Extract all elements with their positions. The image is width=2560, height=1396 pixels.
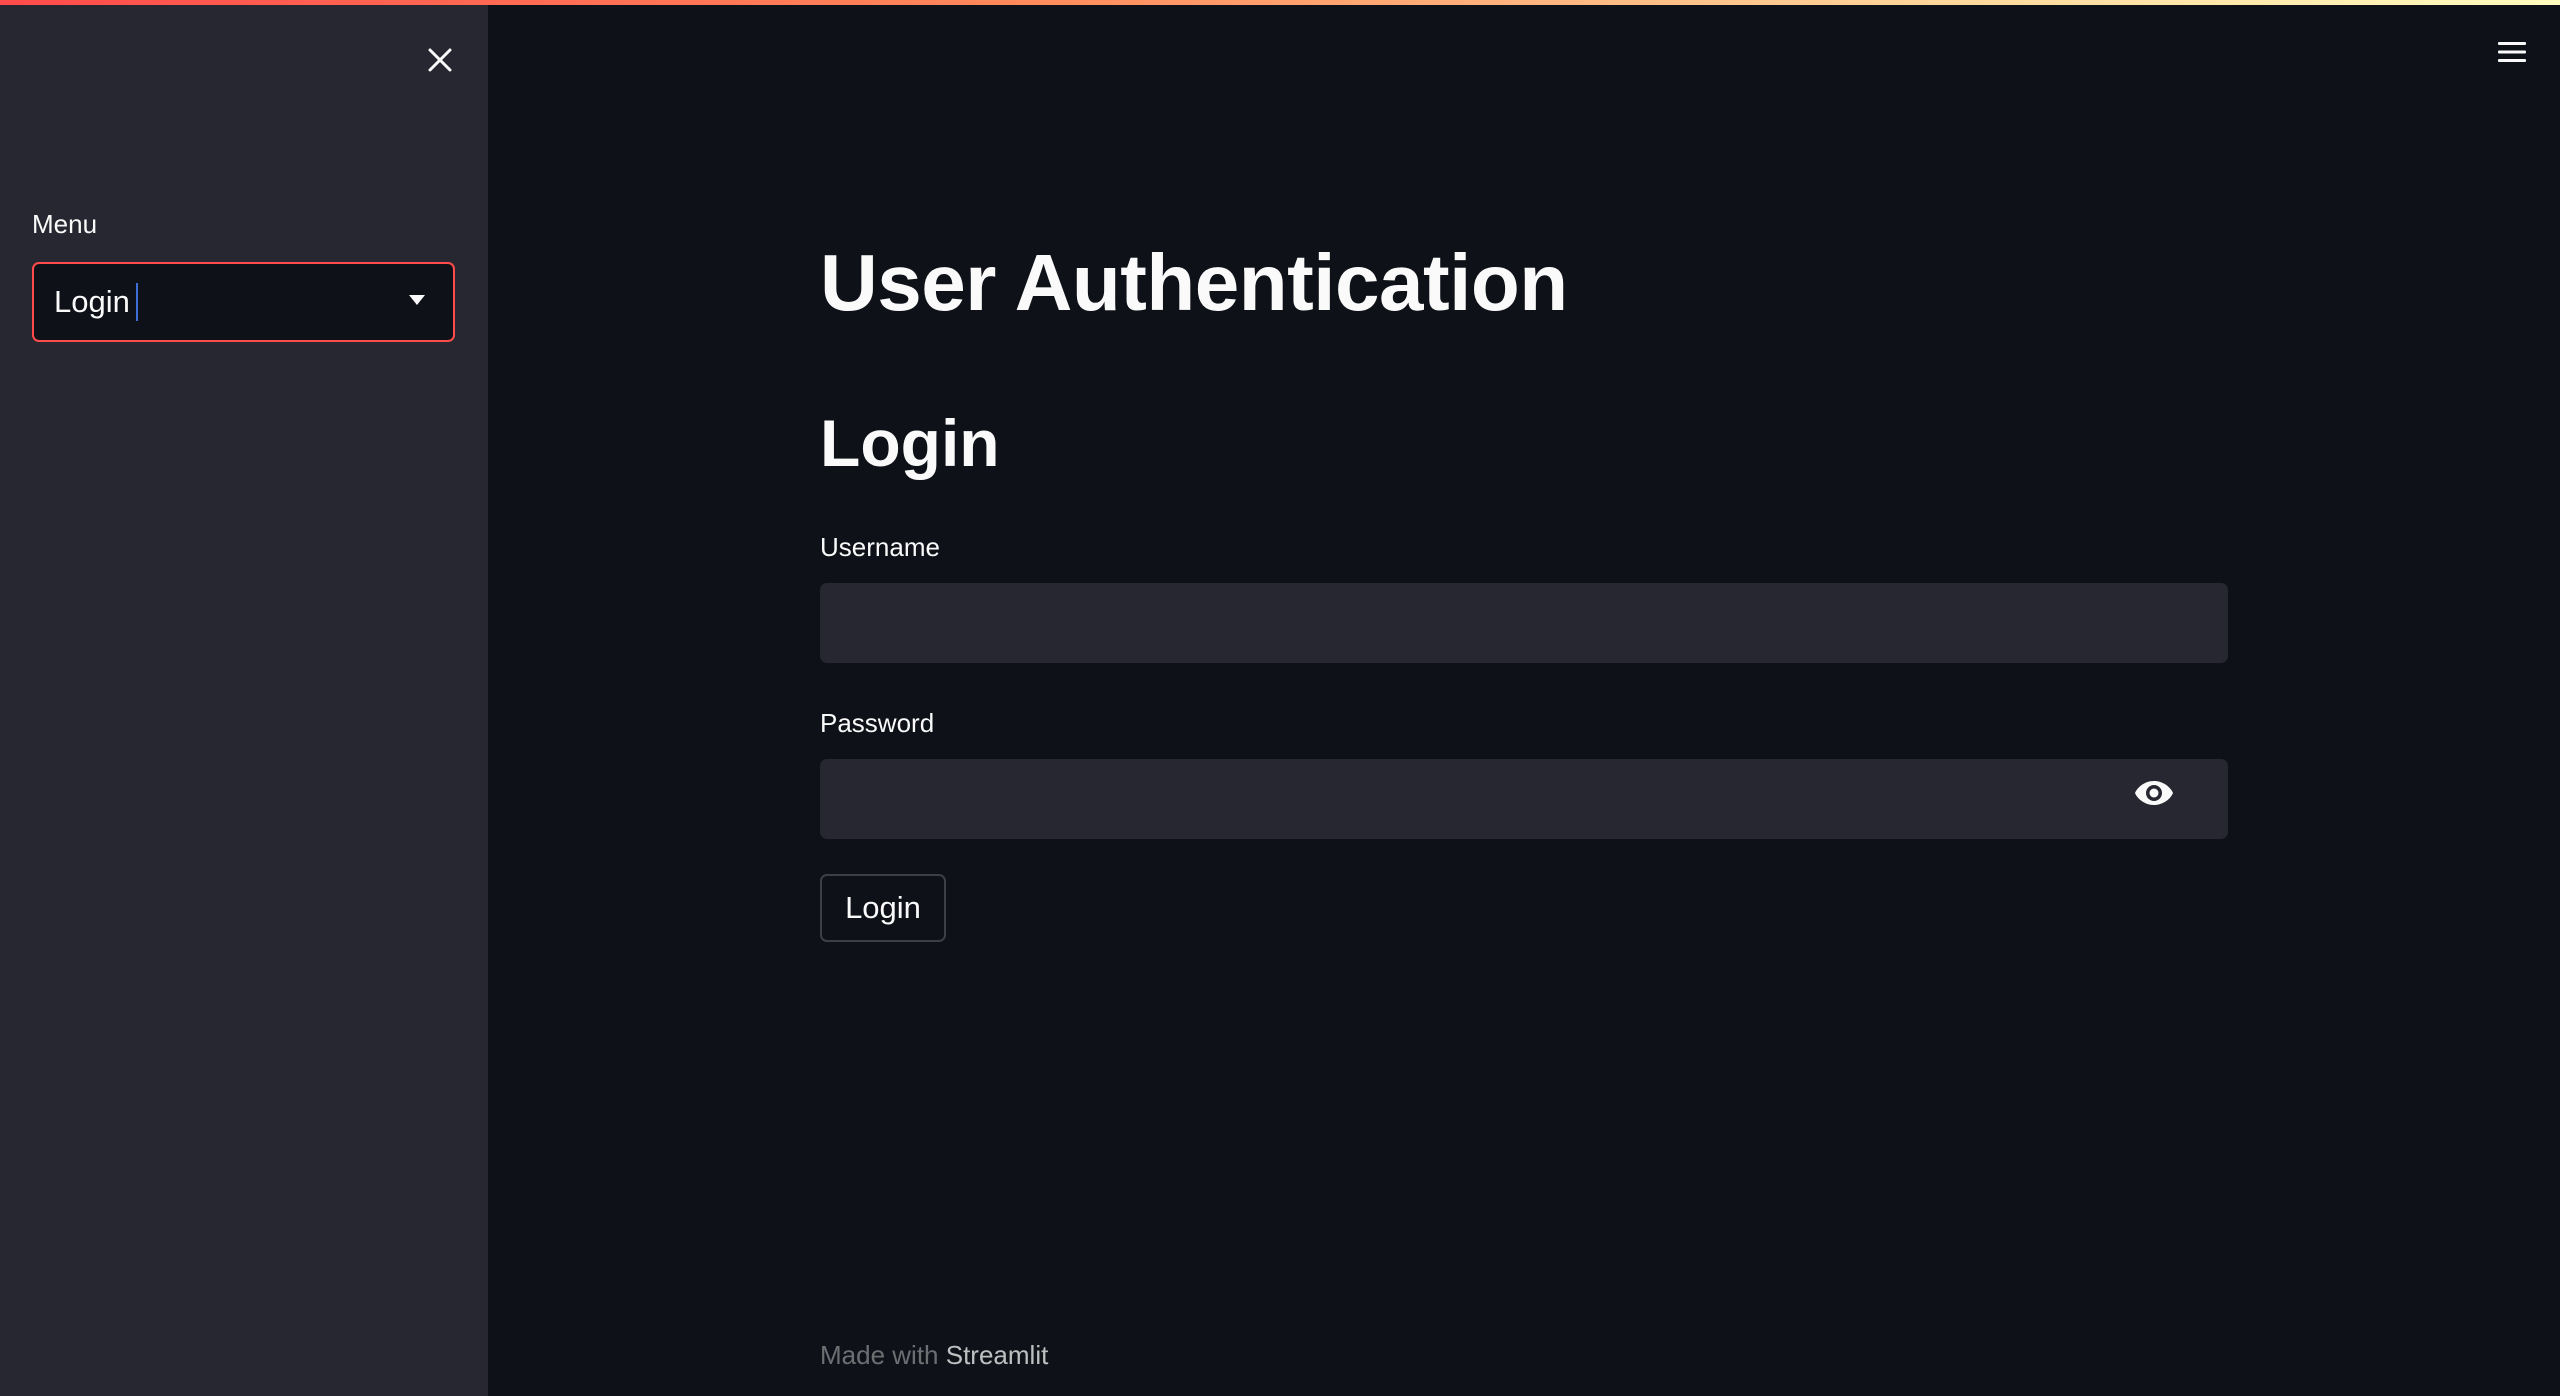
password-input[interactable] — [820, 759, 2228, 839]
password-label: Password — [820, 708, 935, 738]
menu-label: Menu — [32, 209, 98, 239]
login-button[interactable]: Login — [820, 874, 946, 942]
chevron-down-icon — [407, 293, 427, 311]
footer: Made with Streamlit — [820, 1340, 1048, 1371]
eye-icon — [2135, 781, 2173, 805]
page-title: User Authentication — [820, 238, 1568, 327]
menu-select-value: Login — [54, 284, 130, 319]
streamlit-link[interactable]: Streamlit — [946, 1340, 1049, 1370]
sidebar: Menu Login — [0, 5, 488, 1396]
text-caret — [135, 283, 138, 321]
section-title: Login — [820, 406, 1000, 480]
footer-prefix: Made with — [820, 1340, 939, 1370]
close-sidebar-button[interactable] — [418, 38, 462, 82]
close-icon — [428, 48, 452, 72]
password-visibility-toggle[interactable] — [2122, 761, 2186, 825]
main-content: User Authentication Login Username Passw… — [488, 5, 2560, 1396]
menu-select[interactable]: Login — [32, 262, 455, 342]
username-input[interactable] — [820, 583, 2228, 663]
username-label: Username — [820, 532, 940, 562]
